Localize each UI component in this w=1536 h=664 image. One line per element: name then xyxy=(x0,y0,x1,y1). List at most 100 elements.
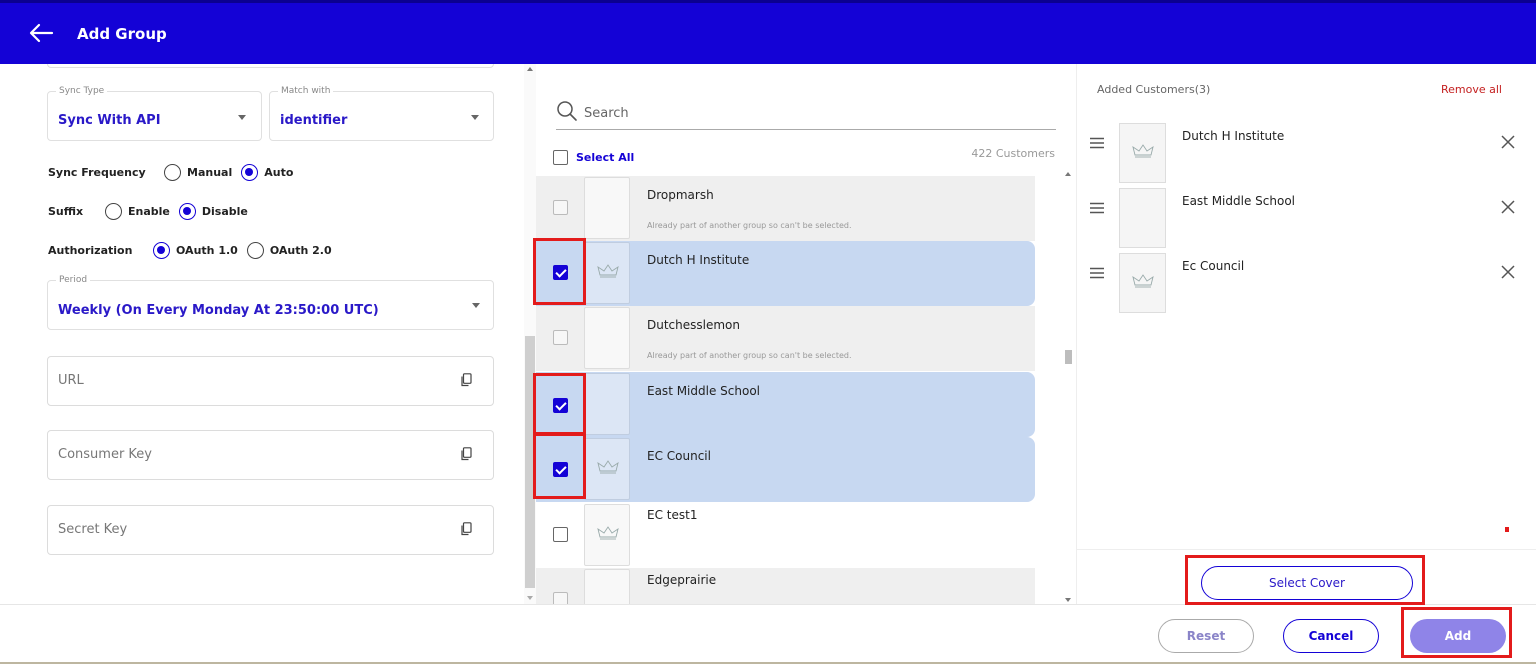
search-input[interactable] xyxy=(584,106,1044,121)
radio-disable-label: Disable xyxy=(201,204,248,218)
radio-icon[interactable] xyxy=(246,241,264,259)
period-label: Period xyxy=(56,275,91,286)
radio-selected-icon[interactable] xyxy=(178,202,196,220)
customer-list-panel: Select All 422 Customers Dropmarsh Alrea… xyxy=(536,64,1075,604)
copy-icon[interactable] xyxy=(460,373,472,387)
consumer-key-field[interactable]: Consumer Key xyxy=(47,430,494,480)
scroll-up-icon[interactable] xyxy=(527,67,533,71)
customer-logo xyxy=(1119,253,1166,313)
customer-list: Dropmarsh Already part of another group … xyxy=(536,167,1063,604)
copy-icon[interactable] xyxy=(460,522,472,536)
list-item[interactable]: Dutch H Institute xyxy=(536,241,1035,306)
radio-oauth1[interactable]: OAuth 1.0 xyxy=(153,241,238,259)
authorization-group: Authorization OAuth 1.0 OAuth 2.0 xyxy=(48,239,341,261)
radio-auto[interactable]: Auto xyxy=(241,163,293,181)
chevron-down-icon xyxy=(472,303,480,308)
drag-handle-icon[interactable] xyxy=(1089,202,1105,214)
scroll-down-icon[interactable] xyxy=(1065,598,1071,602)
cut-off-field[interactable] xyxy=(47,64,494,68)
scroll-down-icon[interactable] xyxy=(527,596,533,600)
radio-selected-icon[interactable] xyxy=(241,163,259,181)
cancel-button[interactable]: Cancel xyxy=(1283,619,1379,653)
row-checkbox xyxy=(553,200,568,215)
customer-logo xyxy=(584,242,630,304)
close-icon[interactable] xyxy=(1501,135,1515,149)
row-checkbox[interactable] xyxy=(553,398,568,413)
row-checkbox[interactable] xyxy=(553,265,568,280)
scroll-up-icon[interactable] xyxy=(1065,172,1071,176)
customer-logo xyxy=(584,373,630,435)
customer-note: Already part of another group so can't b… xyxy=(647,221,852,230)
radio-enable[interactable]: Enable xyxy=(105,202,170,220)
customer-logo xyxy=(584,569,630,604)
match-with-label: Match with xyxy=(278,86,334,97)
added-customer-name: Dutch H Institute xyxy=(1182,129,1285,143)
add-button[interactable]: Add xyxy=(1410,619,1506,653)
radio-manual-label: Manual xyxy=(187,165,233,179)
page-title: Add Group xyxy=(77,25,167,43)
sync-frequency-label: Sync Frequency xyxy=(48,165,146,179)
radio-icon[interactable] xyxy=(105,202,122,220)
back-arrow-icon[interactable] xyxy=(28,21,54,45)
secret-key-field[interactable]: Secret Key xyxy=(47,505,494,555)
list-scrollbar[interactable] xyxy=(1063,167,1074,604)
customer-name: Dropmarsh xyxy=(647,188,714,202)
row-checkbox xyxy=(553,330,568,345)
url-field[interactable]: URL xyxy=(47,356,494,406)
customer-logo xyxy=(584,438,630,500)
customer-note: Already part of another group so can't b… xyxy=(647,351,852,360)
list-item[interactable]: EC Council xyxy=(536,437,1035,502)
radio-disable[interactable]: Disable xyxy=(178,202,248,220)
close-icon[interactable] xyxy=(1501,200,1515,214)
suffix-label: Suffix xyxy=(48,204,84,218)
radio-oauth1-label: OAuth 1.0 xyxy=(176,243,238,257)
sync-type-value: Sync With API xyxy=(58,113,161,128)
remove-all-link[interactable]: Remove all xyxy=(1441,83,1502,96)
select-cover-button[interactable]: Select Cover xyxy=(1201,566,1413,600)
added-customers-panel: Added Customers(3) Remove all Dutch H In… xyxy=(1076,64,1536,604)
scrollbar-thumb[interactable] xyxy=(525,336,535,588)
list-item: Edgeprairie xyxy=(536,568,1035,604)
customer-name: Dutchesslemon xyxy=(647,318,740,332)
consumer-key-placeholder: Consumer Key xyxy=(58,447,152,462)
radio-oauth2[interactable]: OAuth 2.0 xyxy=(246,241,332,259)
reset-button[interactable]: Reset xyxy=(1158,619,1254,653)
customer-logo xyxy=(584,504,630,566)
added-item: Dutch H Institute xyxy=(1077,123,1536,185)
top-bar: Add Group xyxy=(0,0,1536,64)
drag-handle-icon[interactable] xyxy=(1089,267,1105,279)
group-settings-form: Sync Type Sync With API Match with ident… xyxy=(0,64,524,604)
list-item: Dropmarsh Already part of another group … xyxy=(536,176,1035,241)
search-box[interactable] xyxy=(556,96,1056,130)
drag-handle-icon[interactable] xyxy=(1089,137,1105,149)
url-placeholder: URL xyxy=(58,373,84,388)
period-value: Weekly (On Every Monday At 23:50:00 UTC) xyxy=(58,303,379,318)
select-all-label[interactable]: Select All xyxy=(576,151,634,164)
customer-logo xyxy=(584,177,630,239)
match-with-select[interactable]: Match with identifier xyxy=(269,86,494,141)
added-item: East Middle School xyxy=(1077,188,1536,250)
crown-logo-icon xyxy=(597,264,619,278)
row-checkbox[interactable] xyxy=(553,462,568,477)
copy-icon[interactable] xyxy=(460,447,472,461)
row-checkbox[interactable] xyxy=(553,527,568,542)
radio-icon[interactable] xyxy=(164,163,181,181)
customer-logo xyxy=(1119,188,1166,248)
radio-manual[interactable]: Manual xyxy=(164,163,233,181)
sync-type-select[interactable]: Sync Type Sync With API xyxy=(47,86,262,141)
customer-logo xyxy=(1119,123,1166,183)
list-item[interactable]: East Middle School xyxy=(536,372,1035,437)
chevron-down-icon xyxy=(238,115,246,120)
scrollbar-thumb[interactable] xyxy=(1065,350,1072,364)
radio-oauth2-label: OAuth 2.0 xyxy=(269,243,332,257)
form-scrollbar[interactable] xyxy=(524,64,536,604)
close-icon[interactable] xyxy=(1501,265,1515,279)
radio-selected-icon[interactable] xyxy=(153,241,170,259)
customer-name: East Middle School xyxy=(647,384,760,398)
red-marker xyxy=(1505,527,1509,532)
select-all-checkbox[interactable] xyxy=(553,150,568,165)
list-item[interactable]: EC test1 xyxy=(536,503,1035,568)
customer-count: 422 Customers xyxy=(971,147,1055,160)
period-select[interactable]: Period Weekly (On Every Monday At 23:50:… xyxy=(47,275,494,330)
search-icon xyxy=(557,101,577,121)
